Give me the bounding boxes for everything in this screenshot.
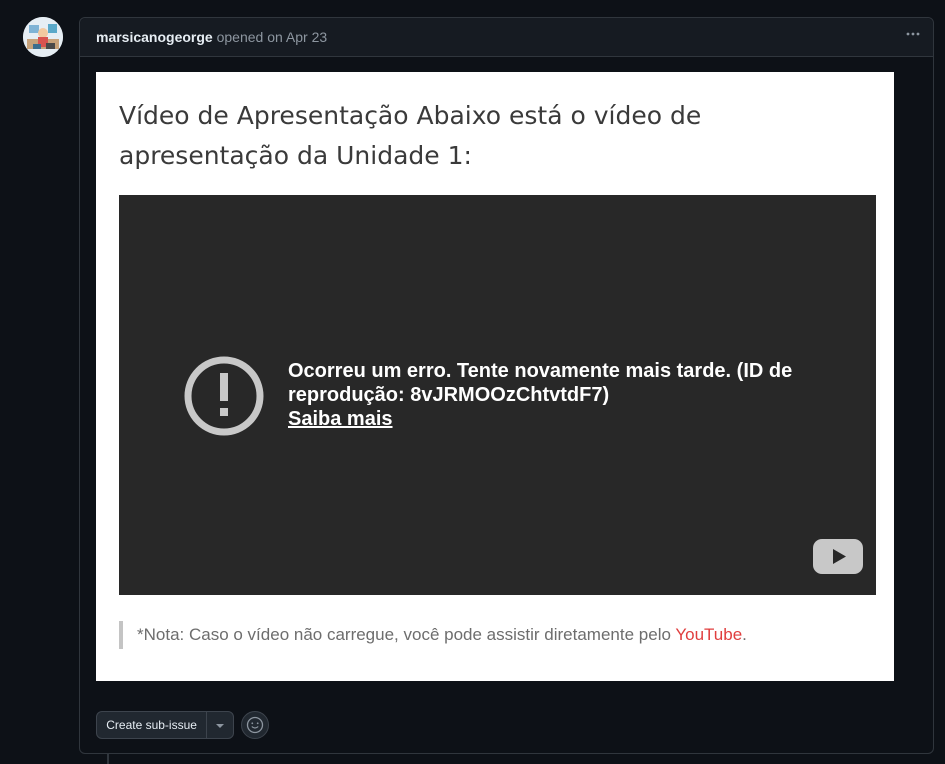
create-sub-issue-group: Create sub-issue — [96, 711, 234, 739]
avatar-illustration — [23, 17, 63, 57]
youtube-embed[interactable]: Ocorreu um erro. Tente novamente mais ta… — [119, 195, 876, 595]
comment-header: marsicanogeorge opened on Apr 23 — [80, 18, 933, 57]
triangle-down-icon[interactable] — [207, 712, 233, 738]
youtube-link[interactable]: YouTube — [675, 625, 742, 644]
error-message-text: Ocorreu um erro. Tente novamente mais ta… — [288, 360, 793, 406]
author-link[interactable]: marsicanogeorge — [96, 29, 213, 45]
exclamation-circle-icon — [183, 355, 265, 442]
avatar[interactable] — [23, 17, 63, 57]
video-error-message: Ocorreu um erro. Tente novamente mais ta… — [288, 359, 848, 431]
youtube-play-icon[interactable] — [813, 539, 863, 574]
note-end: . — [742, 625, 747, 644]
create-sub-issue-button[interactable]: Create sub-issue — [97, 712, 208, 738]
smiley-icon[interactable] — [241, 711, 269, 739]
learn-more-link[interactable]: Saiba mais — [288, 407, 393, 431]
issue-comment: marsicanogeorge opened on Apr 23 Vídeo d… — [79, 17, 934, 754]
issue-body-card: Vídeo de Apresentação Abaixo está o víde… — [96, 72, 894, 681]
body-heading: Vídeo de Apresentação Abaixo está o víde… — [119, 101, 702, 170]
timeline-line — [107, 754, 109, 764]
kebab-horizontal-icon[interactable] — [903, 26, 923, 46]
note-blockquote: *Nota: Caso o vídeo não carregue, você p… — [119, 621, 747, 649]
opened-date: opened on Apr 23 — [216, 29, 328, 45]
issue-page: marsicanogeorge opened on Apr 23 Vídeo d… — [0, 0, 945, 764]
comment-meta: marsicanogeorge opened on Apr 23 — [96, 29, 327, 45]
note-text: *Nota: Caso o vídeo não carregue, você p… — [137, 625, 676, 644]
